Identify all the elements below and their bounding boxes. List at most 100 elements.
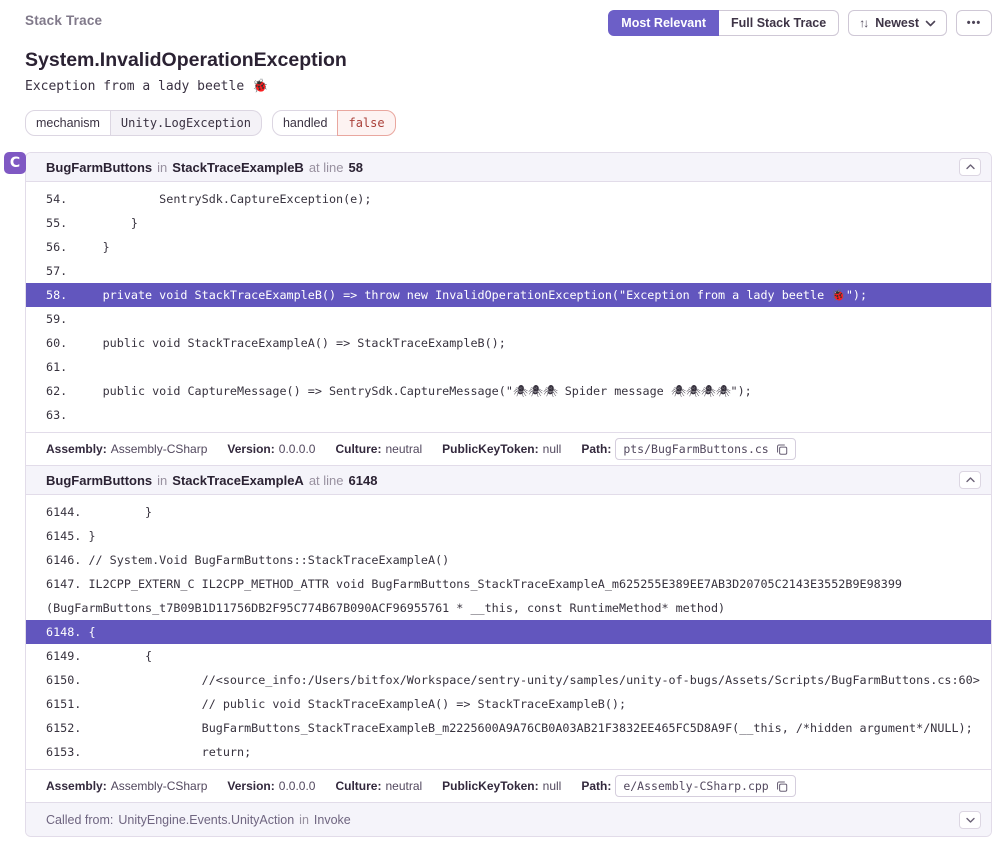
more-options-button[interactable]: ••• <box>956 10 992 36</box>
copy-icon <box>776 443 788 456</box>
copy-icon <box>776 780 788 793</box>
field-value: 0.0.0.0 <box>279 779 316 793</box>
field-value: Assembly-CSharp <box>111 442 208 456</box>
code-line: 6152. BugFarmButtons_StackTraceExampleB_… <box>26 716 991 740</box>
field-label: Assembly: <box>46 779 107 793</box>
expand-called-from-button[interactable] <box>959 811 981 829</box>
called-from-in-word: in <box>299 813 309 827</box>
path-text: e/Assembly-CSharp.cpp <box>623 779 768 793</box>
frame-function: StackTraceExampleB <box>172 160 304 175</box>
field-value: Assembly-CSharp <box>111 779 208 793</box>
chevron-down-icon <box>925 20 936 27</box>
assembly-field: Assembly: Assembly-CSharp <box>46 442 207 456</box>
code-line: 61. <box>26 355 991 379</box>
field-label: Path: <box>581 779 611 793</box>
code-line: 62. public void CaptureMessage() => Sent… <box>26 379 991 403</box>
frame-line-number: 6148 <box>349 473 378 488</box>
collapse-frame-button[interactable] <box>959 471 981 489</box>
sort-arrows-icon: ↑↓ <box>859 16 867 30</box>
code-line: 6147. IL2CPP_EXTERN_C IL2CPP_METHOD_ATTR… <box>26 572 991 620</box>
assembly-path-field: Path: e/Assembly-CSharp.cpp <box>581 775 795 797</box>
copy-path-button[interactable] <box>776 443 788 456</box>
field-value: neutral <box>385 779 422 793</box>
frame-module: BugFarmButtons <box>46 473 152 488</box>
tag-value: Unity.LogException <box>111 110 262 136</box>
code-block: 54. SentrySdk.CaptureException(e); 55. }… <box>26 182 991 432</box>
assembly-field: Version: 0.0.0.0 <box>227 779 315 793</box>
code-line: 57. <box>26 259 991 283</box>
field-label: Path: <box>581 442 611 456</box>
exception-type-title: System.InvalidOperationException <box>25 49 992 72</box>
tag-key: mechanism <box>25 110 111 136</box>
chevron-down-icon <box>966 817 975 823</box>
code-line: 55. } <box>26 211 991 235</box>
section-title: Stack Trace <box>25 10 102 28</box>
assembly-field: Assembly: Assembly-CSharp <box>46 779 207 793</box>
assembly-field: Culture: neutral <box>335 779 422 793</box>
called-from-row: Called from: UnityEngine.Events.UnityAct… <box>26 802 991 836</box>
header-controls: Most Relevant Full Stack Trace ↑↓ Newest… <box>608 10 992 36</box>
sort-newest-dropdown[interactable]: ↑↓ Newest <box>848 10 947 36</box>
frame-header[interactable]: BugFarmButtons in StackTraceExampleA at … <box>26 466 991 495</box>
copy-path-button[interactable] <box>776 780 788 793</box>
chevron-up-icon <box>966 477 975 483</box>
stack-trace-page: Stack Trace Most Relevant Full Stack Tra… <box>0 0 999 837</box>
frame-line-number: 58 <box>349 160 363 175</box>
field-label: Version: <box>227 442 274 456</box>
code-line: 63. <box>26 403 991 427</box>
code-block: 6144. } 6145. } 6146. // System.Void Bug… <box>26 495 991 769</box>
field-value: null <box>543 779 562 793</box>
assembly-field: Version: 0.0.0.0 <box>227 442 315 456</box>
path-box: pts/BugFarmButtons.cs <box>615 438 795 460</box>
code-line: 6153. return; <box>26 740 991 764</box>
code-line: 56. } <box>26 235 991 259</box>
code-line: 6144. } <box>26 500 991 524</box>
assembly-info-row: Assembly: Assembly-CSharp Version: 0.0.0… <box>26 432 991 465</box>
code-line: 54. SentrySdk.CaptureException(e); <box>26 187 991 211</box>
code-line-highlighted: 58. private void StackTraceExampleB() =>… <box>26 283 991 307</box>
assembly-field: PublicKeyToken: null <box>442 779 561 793</box>
field-label: PublicKeyToken: <box>442 442 538 456</box>
field-label: Culture: <box>335 779 381 793</box>
code-line: 6149. { <box>26 644 991 668</box>
field-label: Assembly: <box>46 442 107 456</box>
called-from-label: Called from: <box>46 813 113 827</box>
field-value: 0.0.0.0 <box>279 442 316 456</box>
frame-header[interactable]: BugFarmButtons in StackTraceExampleB at … <box>26 153 991 182</box>
most-relevant-button[interactable]: Most Relevant <box>608 10 719 36</box>
field-value: null <box>543 442 562 456</box>
ellipsis-icon: ••• <box>967 17 982 29</box>
called-from-function: Invoke <box>314 813 351 827</box>
full-stack-trace-button[interactable]: Full Stack Trace <box>719 10 839 36</box>
assembly-field: Culture: neutral <box>335 442 422 456</box>
code-line: 6145. } <box>26 524 991 548</box>
field-value: neutral <box>385 442 422 456</box>
tag-handled: handled false <box>272 110 396 136</box>
assembly-info-row: Assembly: Assembly-CSharp Version: 0.0.0… <box>26 769 991 802</box>
stack-frame: BugFarmButtons in StackTraceExampleB at … <box>26 153 991 465</box>
code-line-highlighted: 6148. { <box>26 620 991 644</box>
tag-list: mechanism Unity.LogException handled fal… <box>25 110 992 136</box>
exception-message: Exception from a lady beetle 🐞 <box>25 79 992 94</box>
frame-function: StackTraceExampleA <box>172 473 304 488</box>
sort-label: Newest <box>875 16 919 30</box>
tag-mechanism: mechanism Unity.LogException <box>25 110 262 136</box>
field-label: Culture: <box>335 442 381 456</box>
code-line: 6150. //<source_info:/Users/bitfox/Works… <box>26 668 991 692</box>
chevron-up-icon <box>966 164 975 170</box>
tag-value: false <box>337 110 395 136</box>
stack-trace-panel: BugFarmButtons in StackTraceExampleB at … <box>25 152 992 837</box>
tag-key: handled <box>272 110 339 136</box>
csharp-language-icon: C <box>4 152 26 174</box>
code-line: 6146. // System.Void BugFarmButtons::Sta… <box>26 548 991 572</box>
code-line: 60. public void StackTraceExampleA() => … <box>26 331 991 355</box>
field-label: Version: <box>227 779 274 793</box>
code-line: 6151. // public void StackTraceExampleA(… <box>26 692 991 716</box>
assembly-path-field: Path: pts/BugFarmButtons.cs <box>581 438 795 460</box>
frame-in-word: in <box>157 473 167 488</box>
frame-atline-word: at line <box>309 473 344 488</box>
assembly-field: PublicKeyToken: null <box>442 442 561 456</box>
path-box: e/Assembly-CSharp.cpp <box>615 775 795 797</box>
code-line: 59. <box>26 307 991 331</box>
collapse-frame-button[interactable] <box>959 158 981 176</box>
